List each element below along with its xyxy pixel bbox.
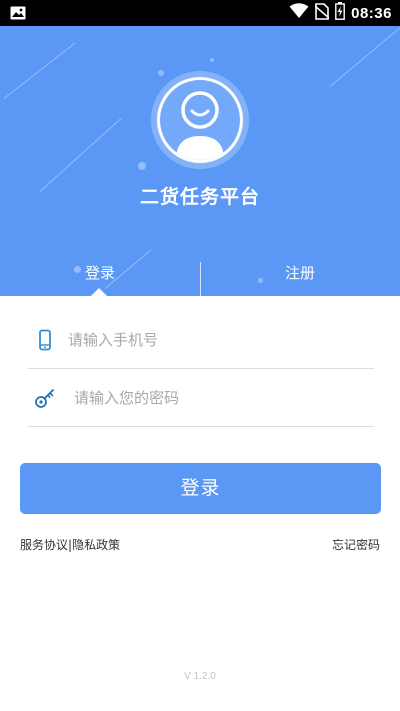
decor-dot (158, 70, 164, 76)
password-input[interactable] (74, 383, 334, 413)
wifi-icon (289, 3, 309, 23)
avatar (151, 71, 249, 169)
battery-charging-icon (335, 2, 346, 24)
forgot-password-link[interactable]: 忘记密码 (332, 536, 380, 553)
smiley-user-icon (157, 77, 243, 163)
decor-line (39, 117, 123, 192)
decor-dot (210, 58, 214, 62)
status-icons: 08:36 (289, 2, 392, 24)
phone-input[interactable] (68, 325, 328, 355)
password-field-row (28, 369, 374, 427)
decor-line (329, 26, 400, 87)
decor-line (3, 42, 76, 99)
no-sim-icon (314, 2, 330, 24)
phone-icon (34, 329, 56, 351)
status-bar: 08:36 (0, 0, 400, 26)
version-label: V 1.2.0 (184, 671, 216, 682)
key-icon (34, 387, 56, 409)
agreement-links: 服务协议|隐私政策 (20, 536, 120, 553)
status-time: 08:36 (351, 4, 392, 22)
app-title: 二货任务平台 (139, 186, 260, 208)
phone-field-row (28, 311, 374, 369)
image-icon (10, 5, 26, 20)
header-banner: 二货任务平台 登录 注册 (0, 26, 400, 296)
service-agreement-link[interactable]: 服务协议 (20, 538, 68, 552)
decor-dot (138, 162, 146, 170)
login-button[interactable]: 登录 (20, 463, 381, 514)
tab-register[interactable]: 注册 (200, 258, 400, 294)
privacy-policy-link[interactable]: 隐私政策 (72, 538, 120, 552)
active-tab-indicator (91, 288, 107, 296)
